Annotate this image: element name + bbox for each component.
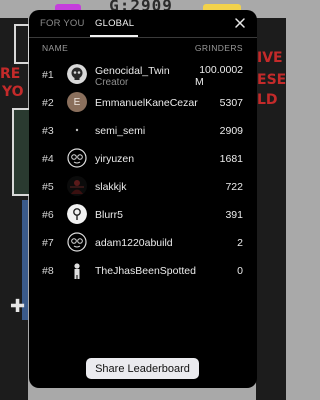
red-text-left-2: YO <box>2 84 24 100</box>
mask-icon <box>67 232 87 252</box>
rank-label: #3 <box>42 125 54 137</box>
column-header-name: NAME <box>42 43 69 53</box>
score-value: 2909 <box>219 125 243 137</box>
leaderboard-row[interactable]: #7 adam1220abuild 2 <box>29 228 257 258</box>
close-icon[interactable] <box>233 16 247 30</box>
column-header-score: GRINDERS <box>194 43 243 53</box>
pin-icon <box>67 204 87 224</box>
player-name: EmmanuelKaneCezar <box>95 97 198 109</box>
tab-bar: FOR YOU GLOBAL <box>29 10 257 38</box>
skull-icon <box>67 64 87 84</box>
red-text-right-1: IVE <box>257 50 283 66</box>
player-name: yiryuzen <box>95 153 135 165</box>
mask-icon <box>67 148 87 168</box>
score-value-line1: 100.0002 <box>199 64 243 76</box>
player-name: semi_semi <box>95 125 146 137</box>
rank-label: #8 <box>42 265 54 277</box>
player-name: Blurr5 <box>95 209 124 221</box>
frame-outline <box>14 24 30 64</box>
dark-figure-icon <box>67 176 87 196</box>
player-name: adam1220abuild <box>95 237 173 249</box>
dot-avatar <box>67 120 87 140</box>
score-value: 391 <box>225 209 243 221</box>
player-name: TheJhasBeenSpotted <box>95 265 196 277</box>
rank-label: #7 <box>42 237 54 249</box>
score-value: 100.0002 M <box>195 64 243 88</box>
score-value: 722 <box>225 181 243 193</box>
score-value: 1681 <box>219 153 243 165</box>
leaderboard-modal: FOR YOU GLOBAL NAME GRINDERS #1 Genocida… <box>29 10 257 388</box>
score-value: 0 <box>237 265 243 277</box>
player-name: Genocidal_Twin <box>95 65 170 77</box>
avatar-initial: E <box>73 96 81 108</box>
red-text-right-2: ESE <box>257 72 287 88</box>
leaderboard-row[interactable]: #1 Genocidal_Twin Creator 100.0002 M <box>29 60 257 90</box>
rank-label: #1 <box>42 69 54 81</box>
rank-label: #6 <box>42 209 54 221</box>
leaderboard-row[interactable]: #8 TheJhasBeenSpotted 0 <box>29 256 257 286</box>
tab-for-you[interactable]: FOR YOU <box>40 18 85 29</box>
avatar: E <box>67 92 87 112</box>
score-value-line2: M <box>195 76 204 88</box>
red-text-left-1: RE <box>0 66 21 82</box>
leaderboard-row[interactable]: #2 E EmmanuelKaneCezar 5307 <box>29 88 257 118</box>
creator-label: Creator <box>95 77 129 88</box>
leaderboard-row[interactable]: #6 Blurr5 391 <box>29 200 257 230</box>
player-name: slakkjk <box>95 181 127 193</box>
figure-icon <box>67 260 87 280</box>
score-value: 5307 <box>219 97 243 109</box>
leaderboard-row[interactable]: #4 yiryuzen 1681 <box>29 144 257 174</box>
leaderboard-row[interactable]: #5 slakkjk 722 <box>29 172 257 202</box>
score-value: 2 <box>237 237 243 249</box>
leaderboard-row[interactable]: #3 semi_semi 2909 <box>29 116 257 146</box>
share-leaderboard-button[interactable]: Share Leaderboard <box>86 358 199 379</box>
rank-label: #2 <box>42 97 54 109</box>
tab-global[interactable]: GLOBAL <box>95 18 134 29</box>
tab-divider <box>29 37 257 38</box>
rank-label: #4 <box>42 153 54 165</box>
red-text-right-3: LD <box>257 92 278 108</box>
bone-icon: ✚ <box>10 296 26 316</box>
rank-label: #5 <box>42 181 54 193</box>
